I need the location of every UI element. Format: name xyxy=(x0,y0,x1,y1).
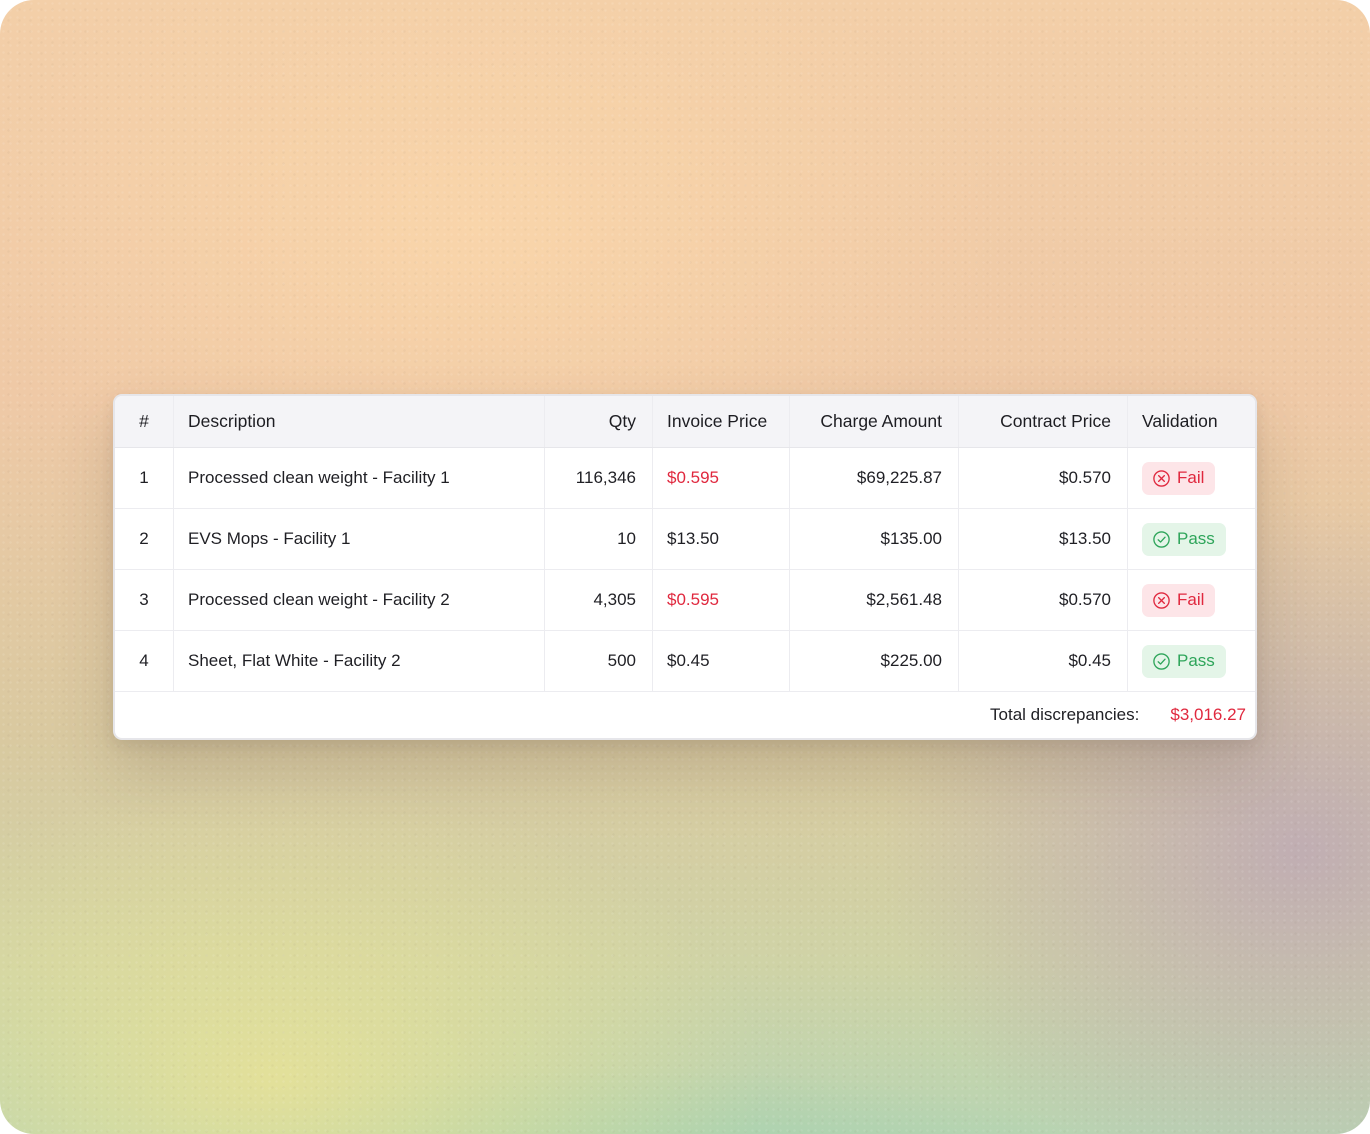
row-invoice-price: $13.50 xyxy=(652,508,790,570)
row-contract-price: $0.45 xyxy=(958,630,1128,692)
row-invoice-price: $0.595 xyxy=(652,447,790,509)
row-validation-cell: Pass xyxy=(1127,508,1255,570)
x-circle-icon xyxy=(1153,591,1170,609)
row-invoice-price: $0.45 xyxy=(652,630,790,692)
row-validation-cell: Pass xyxy=(1127,630,1255,692)
row-invoice-price: $0.595 xyxy=(652,569,790,631)
table-header-row: # Description Qty Invoice Price Charge A… xyxy=(115,396,1255,448)
row-qty: 116,346 xyxy=(544,447,653,509)
table-row: 4 Sheet, Flat White - Facility 2 500 $0.… xyxy=(115,630,1255,692)
total-discrepancies-value: $3,016.27 xyxy=(1170,705,1246,724)
total-discrepancies-label: Total discrepancies: xyxy=(990,705,1140,724)
x-circle-icon xyxy=(1153,469,1170,487)
column-header-description: Description xyxy=(173,396,545,448)
check-circle-icon xyxy=(1153,652,1170,670)
row-charge-amount: $225.00 xyxy=(789,630,959,692)
table-row: 2 EVS Mops - Facility 1 10 $13.50 $135.0… xyxy=(115,508,1255,570)
row-number: 2 xyxy=(115,508,174,570)
row-description: Sheet, Flat White - Facility 2 xyxy=(173,630,545,692)
row-charge-amount: $135.00 xyxy=(789,508,959,570)
background-canvas: # Description Qty Invoice Price Charge A… xyxy=(0,0,1370,1134)
row-charge-amount: $2,561.48 xyxy=(789,569,959,631)
invoice-validation-card: # Description Qty Invoice Price Charge A… xyxy=(113,394,1257,740)
validation-status-label: Fail xyxy=(1177,468,1205,487)
column-header-validation: Validation xyxy=(1127,396,1255,448)
validation-badge-fail: Fail xyxy=(1142,583,1216,617)
row-qty: 4,305 xyxy=(544,569,653,631)
table-footer: Total discrepancies: $3,016.27 xyxy=(115,692,1255,738)
row-number: 1 xyxy=(115,447,174,509)
validation-status-label: Pass xyxy=(1177,529,1215,548)
row-description: Processed clean weight - Facility 2 xyxy=(173,569,545,631)
row-contract-price: $0.570 xyxy=(958,569,1128,631)
row-charge-amount: $69,225.87 xyxy=(789,447,959,509)
column-header-charge-amount: Charge Amount xyxy=(789,396,959,448)
row-description: EVS Mops - Facility 1 xyxy=(173,508,545,570)
row-number: 4 xyxy=(115,630,174,692)
table-row: 1 Processed clean weight - Facility 1 11… xyxy=(115,447,1255,509)
invoice-validation-table: # Description Qty Invoice Price Charge A… xyxy=(115,396,1255,692)
column-header-invoice-price: Invoice Price xyxy=(652,396,790,448)
row-qty: 500 xyxy=(544,630,653,692)
validation-badge-pass: Pass xyxy=(1142,522,1226,556)
validation-badge-fail: Fail xyxy=(1142,461,1216,495)
row-description: Processed clean weight - Facility 1 xyxy=(173,447,545,509)
row-contract-price: $0.570 xyxy=(958,447,1128,509)
column-header-number: # xyxy=(115,396,174,448)
validation-badge-pass: Pass xyxy=(1142,644,1226,678)
validation-status-label: Fail xyxy=(1177,590,1205,609)
row-number: 3 xyxy=(115,569,174,631)
column-header-contract-price: Contract Price xyxy=(958,396,1128,448)
validation-status-label: Pass xyxy=(1177,651,1215,670)
row-validation-cell: Fail xyxy=(1127,447,1255,509)
row-contract-price: $13.50 xyxy=(958,508,1128,570)
row-validation-cell: Fail xyxy=(1127,569,1255,631)
table-row: 3 Processed clean weight - Facility 2 4,… xyxy=(115,569,1255,631)
row-qty: 10 xyxy=(544,508,653,570)
check-circle-icon xyxy=(1153,530,1170,548)
column-header-qty: Qty xyxy=(544,396,653,448)
